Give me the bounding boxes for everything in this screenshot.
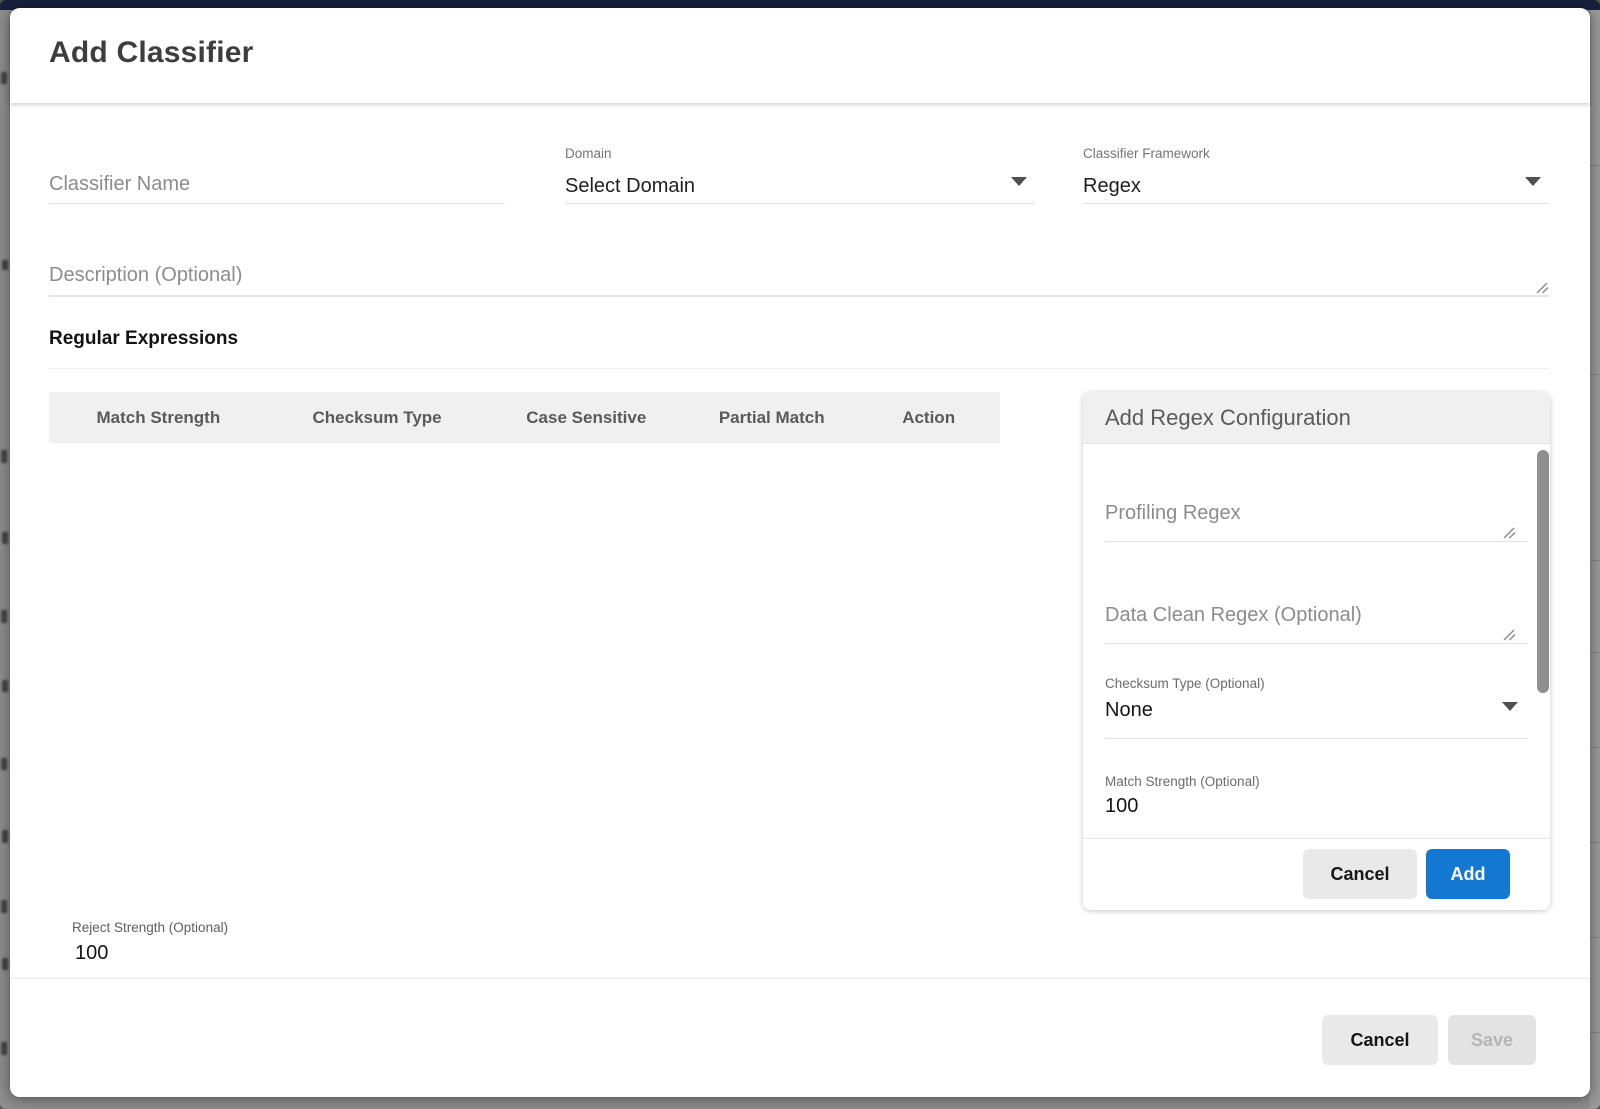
background-text-fragment xyxy=(2,532,8,544)
background-text-fragment xyxy=(1,72,7,84)
field-underline xyxy=(1105,541,1528,542)
background-text-fragment xyxy=(2,958,8,970)
cancel-button[interactable]: Cancel xyxy=(1303,849,1417,899)
background-row-line xyxy=(1590,747,1600,748)
panel-header: Add Regex Configuration xyxy=(1083,392,1550,444)
background-row-line xyxy=(1590,1032,1600,1033)
domain-value: Select Domain xyxy=(565,175,695,198)
field-underline xyxy=(49,295,1549,297)
field-underline xyxy=(1083,203,1549,204)
domain-label: Domain xyxy=(565,146,612,161)
field-underline xyxy=(565,203,1035,204)
background-text-fragment xyxy=(2,830,8,843)
classifier-name-input[interactable] xyxy=(49,166,505,202)
data-clean-regex-field[interactable]: Data Clean Regex (Optional) xyxy=(1105,604,1528,627)
resize-handle-icon[interactable] xyxy=(1536,281,1549,299)
background-text-fragment xyxy=(2,260,8,270)
checksum-type-select[interactable]: Checksum Type (Optional) None xyxy=(1105,676,1528,722)
match-strength-label: Match Strength (Optional) xyxy=(1105,774,1528,789)
field-underline xyxy=(49,203,505,204)
chevron-down-icon[interactable] xyxy=(1525,177,1541,186)
checksum-type-label: Checksum Type (Optional) xyxy=(1105,676,1528,691)
classifier-name-field[interactable] xyxy=(49,146,505,204)
dialog-footer: Cancel Save xyxy=(10,978,1590,1097)
match-strength-value[interactable]: 100 xyxy=(1105,795,1528,818)
background-row-line xyxy=(1590,652,1600,653)
background-text-fragment xyxy=(2,680,8,692)
add-classifier-dialog: Add Classifier Domain Select Domain Clas… xyxy=(10,8,1590,1097)
reject-strength-value[interactable]: 100 xyxy=(75,942,108,965)
background-row-line xyxy=(1590,165,1600,166)
footer-cancel-button[interactable]: Cancel xyxy=(1322,1015,1438,1065)
background-text-fragment xyxy=(1,610,7,623)
regular-expressions-heading: Regular Expressions xyxy=(49,328,238,350)
checksum-type-value: None xyxy=(1105,699,1528,722)
column-header-match-strength: Match Strength xyxy=(49,408,268,428)
background-text-fragment xyxy=(1,900,7,913)
classifier-framework-value: Regex xyxy=(1083,175,1141,198)
panel-title: Add Regex Configuration xyxy=(1105,405,1351,431)
backdrop-right-strip xyxy=(1590,10,1600,1109)
backdrop-left-strip xyxy=(0,10,10,1109)
classifier-framework-select[interactable]: Classifier Framework Regex xyxy=(1083,146,1549,204)
column-header-partial-match: Partial Match xyxy=(686,408,857,428)
background-row-line xyxy=(1590,842,1600,843)
chevron-down-icon[interactable] xyxy=(1502,702,1518,711)
field-underline xyxy=(1105,643,1528,644)
dialog-title: Add Classifier xyxy=(49,36,254,70)
classifier-framework-label: Classifier Framework xyxy=(1083,146,1210,161)
background-text-fragment xyxy=(1,450,7,463)
panel-scrollbar[interactable] xyxy=(1537,450,1549,693)
column-header-case-sensitive: Case Sensitive xyxy=(486,408,686,428)
description-field[interactable] xyxy=(49,260,1549,296)
background-row-line xyxy=(1590,937,1600,938)
description-input[interactable] xyxy=(49,260,1549,290)
dialog-header: Add Classifier xyxy=(10,8,1590,103)
resize-handle-icon[interactable] xyxy=(1503,628,1516,646)
add-button[interactable]: Add xyxy=(1426,849,1510,899)
regex-table-header: Match Strength Checksum Type Case Sensit… xyxy=(49,392,1000,443)
column-header-action: Action xyxy=(857,408,1000,428)
panel-footer: Cancel Add xyxy=(1083,838,1550,910)
domain-select[interactable]: Domain Select Domain xyxy=(565,146,1035,204)
save-button[interactable]: Save xyxy=(1448,1015,1536,1065)
background-row-line xyxy=(1590,374,1600,375)
field-underline xyxy=(1105,738,1528,739)
profiling-regex-input[interactable]: Profiling Regex xyxy=(1105,502,1528,525)
data-clean-regex-input[interactable]: Data Clean Regex (Optional) xyxy=(1105,604,1528,627)
background-text-fragment xyxy=(1,1042,7,1055)
add-regex-config-panel: Add Regex Configuration Profiling Regex … xyxy=(1083,392,1550,910)
page-background: Add Classifier Domain Select Domain Clas… xyxy=(0,0,1600,1109)
section-divider xyxy=(49,368,1549,369)
panel-body: Profiling Regex Data Clean Regex (Option… xyxy=(1083,444,1550,838)
profiling-regex-field[interactable]: Profiling Regex xyxy=(1105,502,1528,525)
resize-handle-icon[interactable] xyxy=(1503,526,1516,544)
background-row-line xyxy=(1590,560,1600,561)
background-text-fragment xyxy=(1,758,7,770)
column-header-checksum-type: Checksum Type xyxy=(268,408,487,428)
match-strength-field[interactable]: Match Strength (Optional) 100 xyxy=(1105,774,1528,818)
chevron-down-icon[interactable] xyxy=(1011,177,1027,186)
reject-strength-label: Reject Strength (Optional) xyxy=(72,920,228,935)
